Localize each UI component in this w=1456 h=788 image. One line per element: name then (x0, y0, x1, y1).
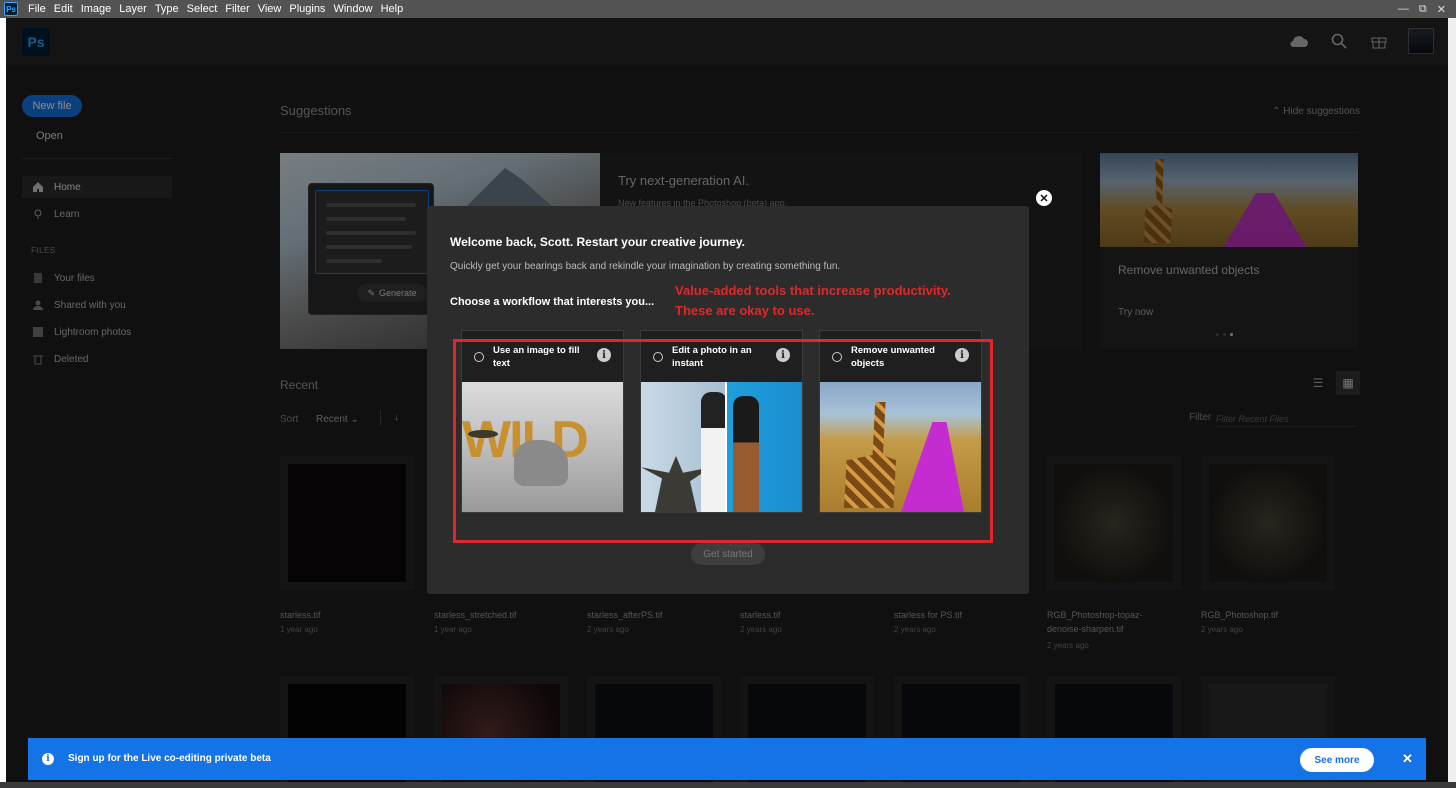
photoshop-home: Ps New file Open Home Learn FILES Your f… (6, 18, 1448, 788)
see-more-button[interactable]: See more (1300, 748, 1374, 772)
modal-choose-label: Choose a workflow that interests you... (450, 296, 655, 308)
close-icon[interactable]: ✕ (1402, 751, 1413, 767)
menu-edit[interactable]: Edit (50, 3, 77, 15)
close-window-button[interactable]: ✕ (1437, 3, 1446, 16)
window-controls: — ⧉ ✕ (1398, 3, 1456, 16)
restore-button[interactable]: ⧉ (1419, 3, 1427, 16)
menu-filter[interactable]: Filter (221, 3, 253, 15)
menu-view[interactable]: View (254, 3, 286, 15)
window-edge (1448, 18, 1456, 782)
welcome-modal: Welcome back, Scott. Restart your creati… (427, 206, 1029, 594)
red-highlight-box (453, 339, 993, 543)
close-modal-button[interactable]: ✕ (1036, 190, 1052, 206)
info-icon: i (42, 753, 54, 765)
annotation-line-1: Value-added tools that increase producti… (675, 283, 951, 298)
minimize-button[interactable]: — (1398, 3, 1409, 16)
get-started-button[interactable]: Get started (691, 543, 765, 565)
menu-window[interactable]: Window (329, 3, 376, 15)
notification-banner: i Sign up for the Live co-editing privat… (28, 738, 1426, 780)
annotation-line-2: These are okay to use. (675, 302, 815, 318)
menu-type[interactable]: Type (151, 3, 183, 15)
modal-subtitle: Quickly get your bearings back and rekin… (450, 261, 841, 272)
modal-title: Welcome back, Scott. Restart your creati… (450, 235, 745, 249)
menu-select[interactable]: Select (183, 3, 222, 15)
photoshop-logo-icon: Ps (4, 2, 18, 16)
menu-plugins[interactable]: Plugins (285, 3, 329, 15)
menu-file[interactable]: File (24, 3, 50, 15)
menu-bar: Ps File Edit Image Layer Type Select Fil… (0, 0, 1456, 18)
menu-layer[interactable]: Layer (115, 3, 151, 15)
menu-image[interactable]: Image (77, 3, 116, 15)
red-annotation: Value-added tools that increase producti… (675, 281, 951, 320)
menu-help[interactable]: Help (377, 3, 408, 15)
banner-text: Sign up for the Live co-editing private … (68, 753, 271, 764)
taskbar-strip (0, 782, 1456, 788)
